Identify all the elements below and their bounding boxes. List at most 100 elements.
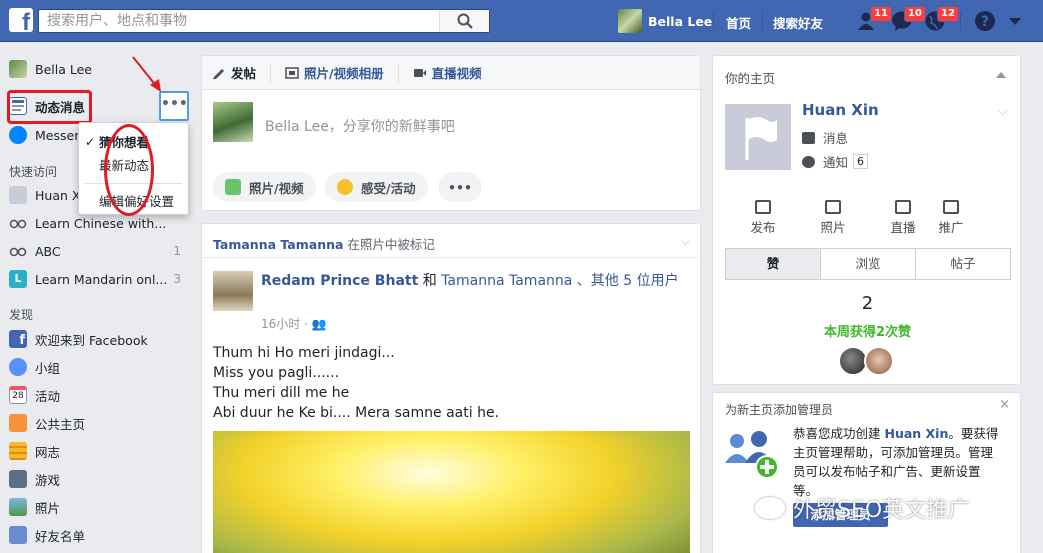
action-label: 推广 — [938, 220, 964, 235]
photo-action[interactable]: 照片 — [803, 200, 863, 236]
photo-video-button[interactable]: 照片/视频 — [213, 172, 316, 202]
page-profile-picture[interactable] — [725, 104, 791, 170]
facebook-icon: f — [9, 330, 27, 348]
search-icon — [457, 13, 473, 29]
sidebar-item-games[interactable]: 游戏 — [9, 468, 189, 490]
check-icon: ✓ — [85, 135, 96, 149]
composer-tabs: 发帖 照片/视频相册 直播视频 — [202, 56, 700, 90]
composer-input[interactable]: Bella Lee，分享你的新鲜事吧 — [265, 116, 455, 136]
nav-user-name: Bella Lee — [648, 13, 713, 29]
timestamp-text: 16小时 · — [261, 317, 312, 331]
avatar[interactable] — [213, 271, 253, 311]
post-text: Thum hi Ho meri jindagi... Miss you pagl… — [213, 343, 499, 423]
post-photo[interactable] — [213, 431, 690, 553]
others-link[interactable]: 、其他 5 位用户 — [572, 273, 679, 289]
search-button[interactable] — [439, 10, 489, 32]
nav-find-friends-link[interactable]: 搜索好友 — [773, 13, 823, 32]
flag-icon — [745, 117, 777, 160]
caret-down-icon — [1009, 18, 1021, 25]
tab-post[interactable]: 发帖 — [212, 63, 256, 82]
likes-this-week: 本周获得2次赞 — [823, 325, 912, 340]
sidebar-item-shortcut[interactable]: Learn Chinese with... — [9, 212, 189, 234]
action-label: 照片 — [820, 220, 846, 235]
tab-posts[interactable]: 帖子 — [916, 249, 1010, 279]
sidebar-item-events[interactable]: 28 活动 — [9, 384, 189, 406]
tagged-user-link[interactable]: Tamanna Tamanna — [213, 237, 343, 252]
megaphone-icon — [943, 200, 959, 214]
sidebar-item-groups[interactable]: 小组 — [9, 356, 189, 378]
likes-total: 2 — [861, 293, 874, 314]
photos-icon — [9, 498, 27, 516]
publish-action[interactable]: 发布 — [733, 200, 793, 236]
chevron-down-icon[interactable]: ⌵ — [681, 234, 690, 249]
sidebar-item-label: Messer — [35, 127, 80, 143]
caret-up-icon[interactable] — [996, 72, 1006, 78]
sidebar-item-label: 活动 — [35, 388, 61, 404]
page-name-link[interactable]: Huan Xin — [802, 101, 879, 119]
sidebar-item-pages[interactable]: 公共主页 — [9, 412, 189, 434]
divider — [202, 257, 700, 258]
tagged-user-link[interactable]: Tamanna Tamanna — [441, 273, 572, 289]
album-icon — [285, 66, 299, 79]
nav-home-link[interactable]: 首页 — [726, 13, 751, 32]
tab-label: 照片/视频相册 — [304, 66, 384, 81]
sidebar-item-label: ABC — [35, 243, 61, 259]
sidebar-item-count: 1 — [173, 244, 181, 258]
action-label: 发布 — [750, 220, 776, 235]
search-input[interactable] — [39, 10, 439, 32]
page-notifications-link[interactable]: 通知 6 — [802, 152, 869, 171]
add-people-icon — [725, 431, 779, 479]
sidebar-item-shortcut[interactable]: ABC 1 — [9, 240, 189, 262]
button-label: 感受/活动 — [361, 180, 416, 196]
button-label: 照片/视频 — [249, 180, 304, 196]
news-feed-options-button[interactable]: ••• — [159, 91, 189, 121]
calendar-icon: 28 — [9, 386, 27, 404]
sidebar-item-shortcut[interactable]: L Learn Mandarin onl... 3 — [9, 268, 189, 290]
facebook-logo-icon[interactable]: f — [9, 8, 33, 32]
sidebar-item-label: 照片 — [35, 500, 61, 516]
notifications-badge: 12 — [937, 6, 959, 22]
tab-divider — [397, 63, 399, 82]
help-icon: ? — [975, 11, 995, 31]
friend-requests-button[interactable]: 11 — [857, 6, 892, 32]
calendar-day: 28 — [12, 391, 24, 401]
page-name-link[interactable]: Huan Xin — [884, 426, 948, 441]
add-admin-card: 为新主页添加管理员 × 恭喜您成功创建 Huan Xin。要获得主页管理帮助，可… — [712, 392, 1021, 553]
messages-button[interactable]: 10 — [891, 6, 926, 32]
post-context-text: 在照片中被标记 — [343, 237, 435, 252]
tab-views[interactable]: 浏览 — [821, 249, 916, 279]
search-bar — [38, 9, 490, 33]
notifications-button[interactable]: 12 — [924, 6, 959, 32]
tab-divider — [270, 63, 272, 82]
feed-post: Tamanna Tamanna 在照片中被标记 ⌵ Redam Prince B… — [201, 223, 701, 553]
author-link[interactable]: Redam Prince Bhatt — [261, 273, 418, 289]
red-arrow-annotation — [132, 56, 161, 92]
tab-live-video[interactable]: 直播视频 — [413, 63, 482, 82]
tab-photo-album[interactable]: 照片/视频相册 — [285, 63, 384, 82]
close-icon[interactable]: × — [999, 397, 1010, 412]
messenger-icon — [9, 126, 27, 144]
post-timestamp[interactable]: 16小时 · 👥 — [261, 315, 327, 332]
watermark-text: 外贸SEO英文推广 — [793, 498, 971, 523]
sidebar-item-notes[interactable]: 网志 — [9, 440, 189, 462]
post-context-header: Tamanna Tamanna 在照片中被标记 — [213, 234, 435, 253]
page-line-label: 消息 — [823, 131, 849, 146]
video-camera-icon — [413, 68, 426, 77]
account-menu-button[interactable] — [1008, 10, 1032, 32]
explore-header: 发现 — [9, 308, 34, 322]
help-button[interactable]: ? — [974, 10, 998, 32]
sidebar-item-label: 游戏 — [35, 472, 61, 488]
chevron-down-icon[interactable]: ⌵ — [998, 104, 1007, 119]
promote-action[interactable]: 推广 — [921, 200, 981, 236]
feeling-activity-button[interactable]: 感受/活动 — [325, 172, 428, 202]
sidebar-item-photos[interactable]: 照片 — [9, 496, 189, 518]
tab-likes[interactable]: 赞 — [726, 249, 821, 279]
sidebar-item-welcome[interactable]: f 欢迎来到 Facebook — [9, 328, 189, 350]
top-navigation-bar: f Bella Lee 首页 搜索好友 11 10 12 ? — [0, 0, 1043, 42]
wechat-icon — [755, 497, 785, 519]
avatar[interactable] — [864, 346, 894, 376]
page-messages-link[interactable]: 消息 — [802, 128, 848, 147]
more-options-button[interactable]: ••• — [438, 172, 482, 202]
nav-profile-link[interactable]: Bella Lee — [618, 9, 712, 33]
sidebar-item-friend-lists[interactable]: 好友名单 — [9, 524, 189, 546]
